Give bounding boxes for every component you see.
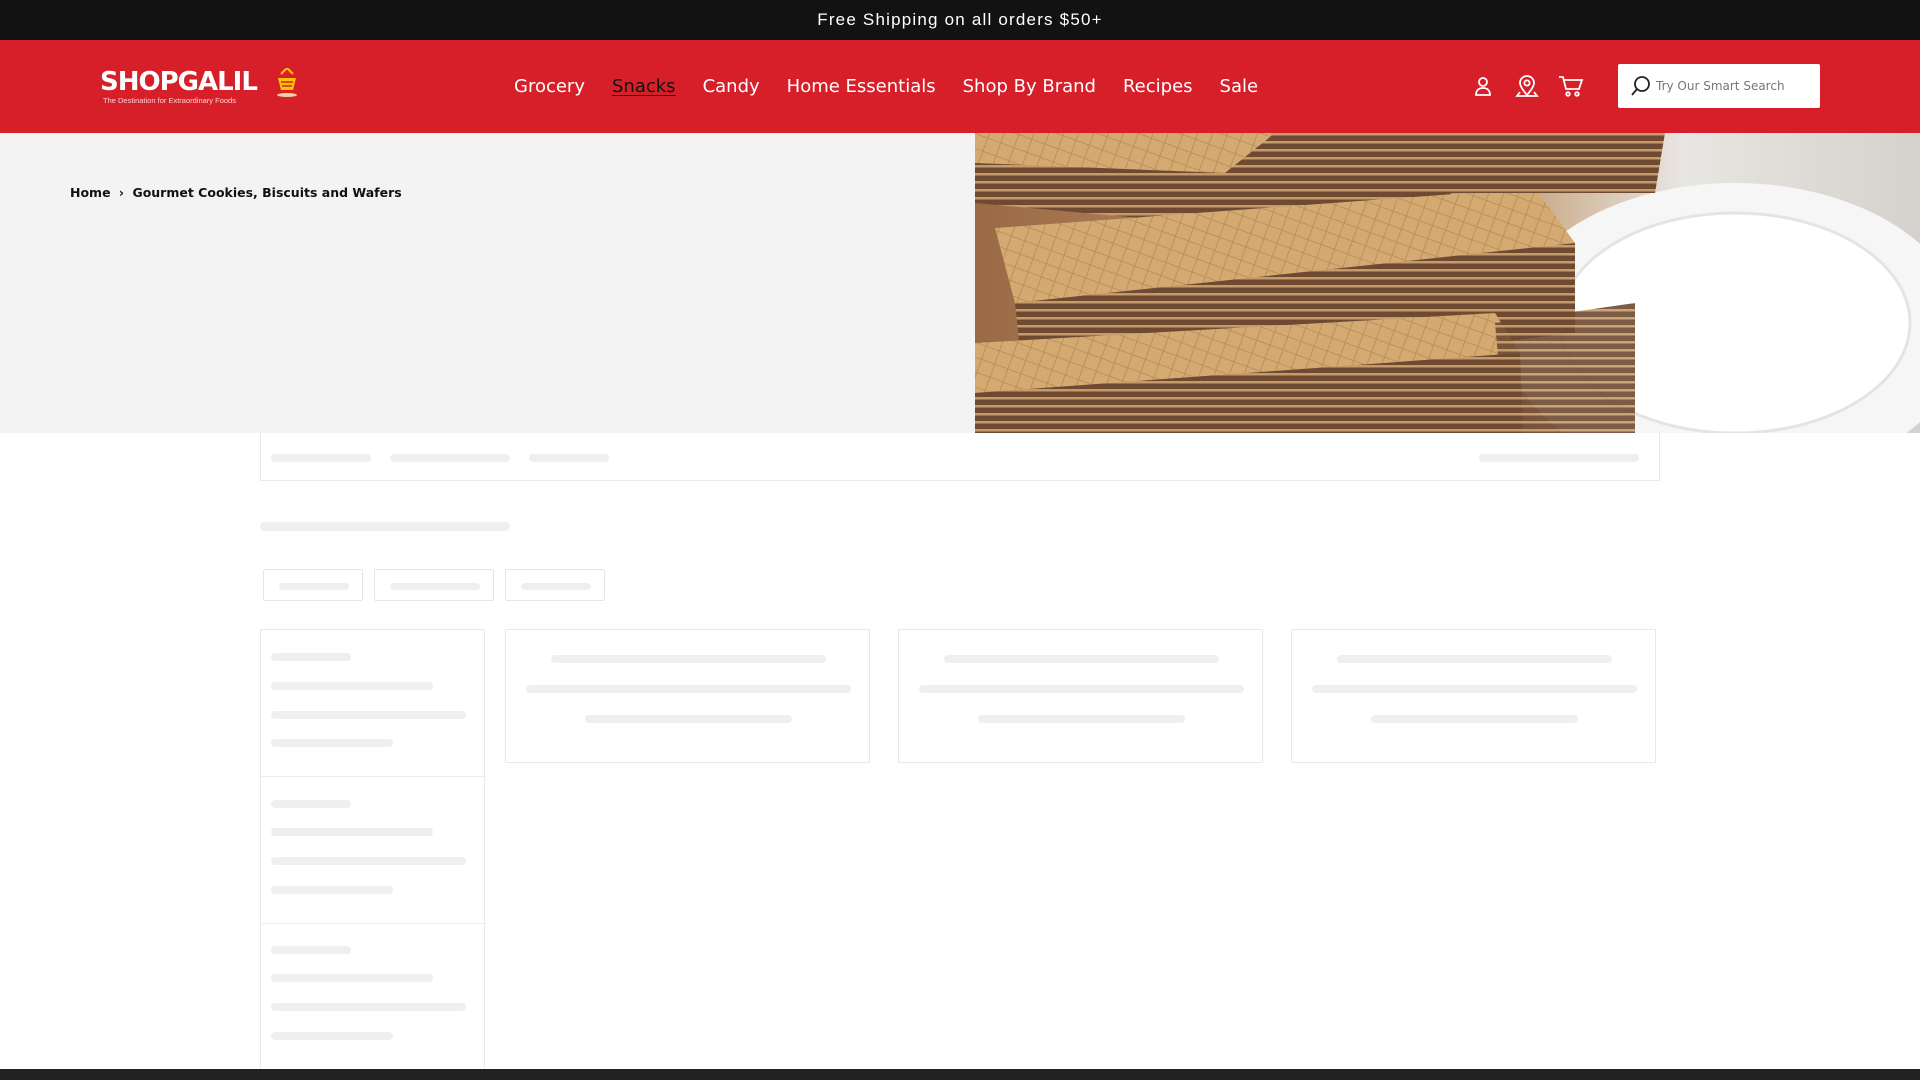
toolbar-skeleton: [260, 433, 1660, 481]
skeleton-line: [271, 711, 466, 719]
nav-snacks[interactable]: Snacks: [612, 76, 676, 97]
skeleton-line: [585, 715, 792, 723]
filter-sidebar-skeleton: [260, 629, 486, 1079]
main-nav: Grocery Snacks Candy Home Essentials Sho…: [514, 40, 1285, 133]
skeleton-line: [944, 655, 1219, 663]
skeleton-line: [551, 655, 826, 663]
skeleton-line: [919, 685, 1244, 693]
breadcrumb-home[interactable]: Home: [70, 185, 111, 200]
product-card-skeleton: [1291, 629, 1656, 763]
logo-basket-icon: [277, 68, 297, 97]
nav-shop-by-brand[interactable]: Shop By Brand: [963, 76, 1096, 97]
nav-home-essentials[interactable]: Home Essentials: [787, 76, 936, 97]
skeleton-line: [271, 946, 351, 954]
logo-wordmark: SHOPGALIL: [100, 67, 258, 97]
skeleton-line: [279, 583, 349, 590]
skeleton-line: [271, 1032, 393, 1040]
collection-hero: Home › Gourmet Cookies, Biscuits and Waf…: [0, 133, 1920, 433]
site-logo[interactable]: SHOPGALIL The Destination for Extraordin…: [100, 68, 300, 108]
nav-sale[interactable]: Sale: [1220, 76, 1259, 97]
announcement-bar: Free Shipping on all orders $50+: [0, 0, 1920, 40]
skeleton-line: [271, 1003, 466, 1011]
skeleton-line: [271, 653, 351, 661]
search-icon[interactable]: [1630, 75, 1652, 97]
product-card-skeleton: [505, 629, 870, 763]
nav-recipes[interactable]: Recipes: [1123, 76, 1193, 97]
skeleton-line: [1371, 715, 1578, 723]
store-locator-icon[interactable]: [1513, 72, 1541, 100]
breadcrumb: Home › Gourmet Cookies, Biscuits and Waf…: [70, 185, 406, 200]
skeleton-line: [1479, 454, 1639, 462]
nav-grocery[interactable]: Grocery: [514, 76, 585, 97]
footer-edge: [0, 1069, 1920, 1080]
skeleton-line: [271, 739, 393, 747]
skeleton-line: [271, 800, 351, 808]
skeleton-line: [526, 685, 851, 693]
skeleton-line: [271, 886, 393, 894]
skeleton-line: [1312, 685, 1637, 693]
product-card-skeleton: [898, 629, 1263, 763]
announcement-text: Free Shipping on all orders $50+: [817, 10, 1103, 29]
smart-search[interactable]: [1618, 64, 1820, 108]
skeleton-line: [529, 454, 609, 462]
skeleton-pill: [505, 569, 605, 601]
skeleton-line: [271, 682, 433, 690]
site-header: SHOPGALIL The Destination for Extraordin…: [0, 40, 1920, 133]
skeleton-heading: [260, 522, 510, 531]
logo-tagline: The Destination for Extraordinary Foods: [103, 96, 236, 105]
hero-wafer-image: [975, 133, 1920, 433]
skeleton-line: [390, 454, 510, 462]
skeleton-line: [1337, 655, 1612, 663]
nav-candy[interactable]: Candy: [703, 76, 760, 97]
skeleton-line: [271, 974, 433, 982]
skeleton-line: [978, 715, 1185, 723]
breadcrumb-current: Gourmet Cookies, Biscuits and Wafers: [132, 185, 402, 200]
skeleton-line: [271, 857, 466, 865]
cart-icon[interactable]: [1557, 72, 1585, 100]
skeleton-pill: [374, 569, 494, 601]
skeleton-line: [271, 828, 433, 836]
skeleton-line: [390, 583, 480, 590]
breadcrumb-separator: ›: [118, 185, 125, 200]
skeleton-line: [521, 583, 591, 590]
search-input[interactable]: [1656, 79, 1806, 93]
account-icon[interactable]: [1469, 72, 1497, 100]
skeleton-pill: [263, 569, 363, 601]
skeleton-line: [271, 454, 371, 462]
